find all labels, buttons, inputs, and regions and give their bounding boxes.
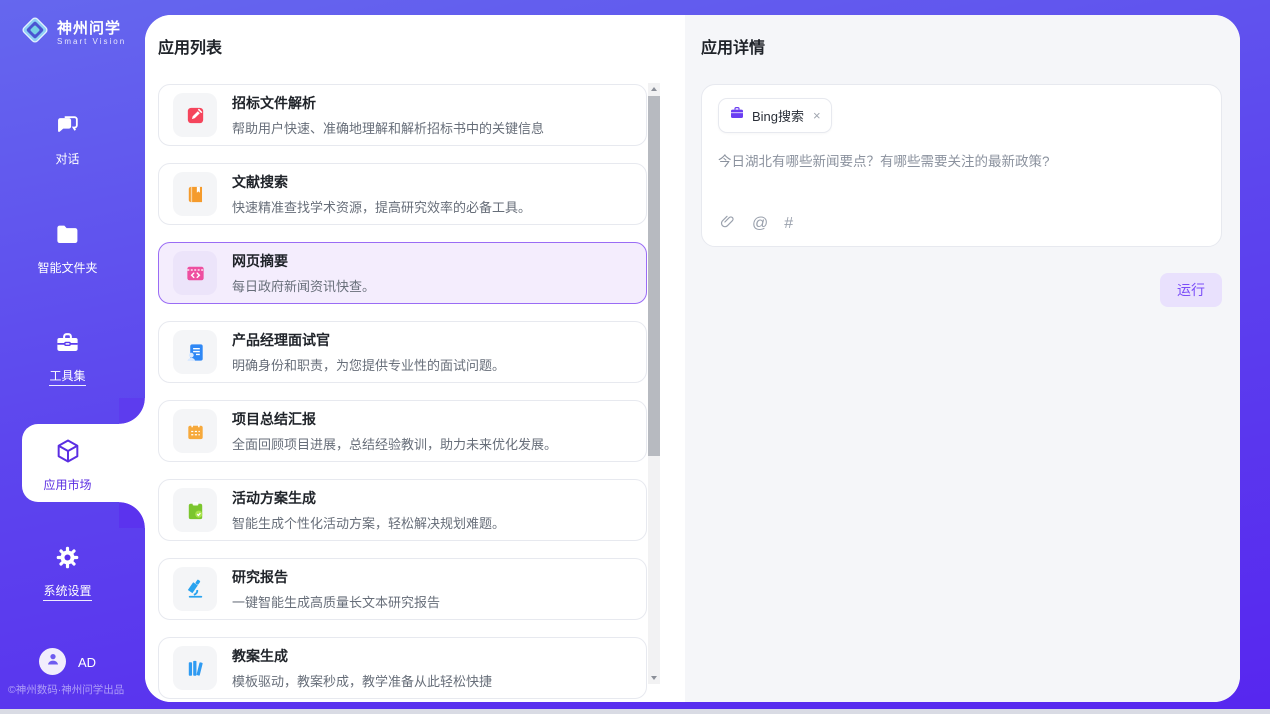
compose-card: Bing搜索 × 今日湖北有哪些新闻要点？有哪些需要关注的最新政策? @ #	[701, 84, 1222, 247]
toolbox-icon	[0, 329, 135, 361]
prompt-input[interactable]: 今日湖北有哪些新闻要点？有哪些需要关注的最新政策?	[718, 150, 1205, 170]
app-card-name: 项目总结汇报	[232, 409, 557, 429]
triangle-down-icon	[651, 676, 657, 680]
sidebar-item-app-market[interactable]: 应用市场	[0, 437, 135, 495]
app-list: 招标文件解析 帮助用户快速、准确地理解和解析招标书中的关键信息 文献搜索	[158, 84, 647, 699]
mention-icon[interactable]: @	[752, 216, 768, 232]
browser-code-icon	[173, 251, 217, 295]
user-label: AD	[78, 655, 96, 670]
sidebar-item-chat[interactable]: 对话	[0, 112, 135, 168]
app-card-web-summary[interactable]: 网页摘要 每日政府新闻资讯快查。	[158, 242, 647, 304]
scrollbar-down-button[interactable]	[648, 672, 660, 684]
scrollbar-up-button[interactable]	[648, 83, 660, 95]
calendar-note-icon	[173, 409, 217, 453]
app-card-name: 文献搜索	[232, 172, 531, 192]
run-button[interactable]: 运行	[1160, 273, 1222, 307]
app-window: 神州问学 Smart Vision 对话 智能文件夹	[0, 0, 1270, 714]
sidebar-item-smart-folder[interactable]: 智能文件夹	[0, 221, 135, 277]
clipboard-check-icon	[173, 488, 217, 532]
app-card-name: 网页摘要	[232, 251, 375, 271]
hash-icon[interactable]: #	[784, 216, 793, 232]
sidebar-item-label: 应用市场	[43, 476, 91, 495]
avatar[interactable]	[39, 648, 66, 675]
app-card-description: 全面回顾项目进展，总结经验教训，助力未来优化发展。	[232, 434, 557, 453]
app-card-event-plan[interactable]: 活动方案生成 智能生成个性化活动方案，轻松解决规划难题。	[158, 479, 647, 541]
compose-toolbar: @ #	[719, 213, 793, 235]
app-card-pm-interviewer[interactable]: 产品经理面试官 明确身份和职责，为您提供专业性的面试问题。	[158, 321, 647, 383]
app-card-description: 一键智能生成高质量长文本研究报告	[232, 592, 440, 611]
bottom-edge-strip	[0, 709, 1270, 714]
tool-tag-label: Bing搜索	[752, 106, 804, 125]
person-icon	[44, 650, 62, 673]
gear-icon	[0, 544, 135, 576]
app-card-description: 明确身份和职责，为您提供专业性的面试问题。	[232, 355, 505, 374]
sidebar-item-label: 工具集	[49, 367, 85, 386]
app-card-lesson-plan[interactable]: 教案生成 模板驱动，教案秒成，教学准备从此轻松快捷	[158, 637, 647, 699]
triangle-up-icon	[651, 87, 657, 91]
app-card-name: 活动方案生成	[232, 488, 505, 508]
main-panel: 应用列表 招标文件解析 帮助用户快速、准确地理解和解析招标书中的关键信息	[145, 15, 1240, 702]
folder-icon	[0, 221, 135, 253]
brand: 神州问学 Smart Vision	[20, 15, 126, 50]
book-icon	[173, 172, 217, 216]
pen-document-icon	[173, 93, 217, 137]
app-card-description: 每日政府新闻资讯快查。	[232, 276, 375, 295]
app-card-name: 教案生成	[232, 646, 492, 666]
scrollbar[interactable]	[648, 83, 660, 684]
app-card-bid-analysis[interactable]: 招标文件解析 帮助用户快速、准确地理解和解析招标书中的关键信息	[158, 84, 647, 146]
app-card-research-report[interactable]: 研究报告 一键智能生成高质量长文本研究报告	[158, 558, 647, 620]
app-card-description: 帮助用户快速、准确地理解和解析招标书中的关键信息	[232, 118, 544, 137]
sidebar-item-label: 系统设置	[43, 582, 91, 601]
diamond-logo-icon	[20, 15, 50, 50]
brand-subtitle: Smart Vision	[57, 37, 126, 46]
app-detail-pane: 应用详情 Bing搜索 × 今日湖北有哪些新闻要点？有哪些需要关注的最新政策?	[685, 15, 1240, 702]
sidebar-item-label: 智能文件夹	[37, 259, 97, 277]
scrollbar-thumb[interactable]	[648, 96, 660, 456]
microscope-icon	[173, 567, 217, 611]
chat-icon	[0, 112, 135, 144]
run-row: 运行	[701, 273, 1222, 307]
sidebar-item-toolset[interactable]: 工具集	[0, 329, 135, 386]
books-icon	[173, 646, 217, 690]
app-list-pane: 应用列表 招标文件解析 帮助用户快速、准确地理解和解析招标书中的关键信息	[145, 15, 685, 702]
app-detail-title: 应用详情	[701, 40, 1222, 58]
sidebar-item-settings[interactable]: 系统设置	[0, 544, 135, 601]
tool-tag-bing-search[interactable]: Bing搜索 ×	[718, 98, 832, 133]
app-card-description: 智能生成个性化活动方案，轻松解决规划难题。	[232, 513, 505, 532]
close-icon[interactable]: ×	[813, 111, 821, 121]
sidebar: 神州问学 Smart Vision 对话 智能文件夹	[0, 0, 145, 714]
app-card-literature-search[interactable]: 文献搜索 快速精准查找学术资源，提高研究效率的必备工具。	[158, 163, 647, 225]
app-card-description: 快速精准查找学术资源，提高研究效率的必备工具。	[232, 197, 531, 216]
app-card-name: 招标文件解析	[232, 93, 544, 113]
app-card-name: 研究报告	[232, 567, 440, 587]
cube-icon	[0, 437, 135, 470]
app-card-name: 产品经理面试官	[232, 330, 505, 350]
brand-name: 神州问学	[57, 20, 126, 37]
interview-doc-icon	[173, 330, 217, 374]
app-card-description: 模板驱动，教案秒成，教学准备从此轻松快捷	[232, 671, 492, 690]
app-card-project-summary[interactable]: 项目总结汇报 全面回顾项目进展，总结经验教训，助力未来优化发展。	[158, 400, 647, 462]
sidebar-item-label: 对话	[55, 150, 79, 168]
briefcase-icon	[729, 105, 745, 126]
attachment-icon[interactable]	[719, 213, 736, 235]
app-list-title: 应用列表	[158, 40, 685, 58]
copyright-text: ©神州数码·神州问学出品	[8, 682, 124, 697]
